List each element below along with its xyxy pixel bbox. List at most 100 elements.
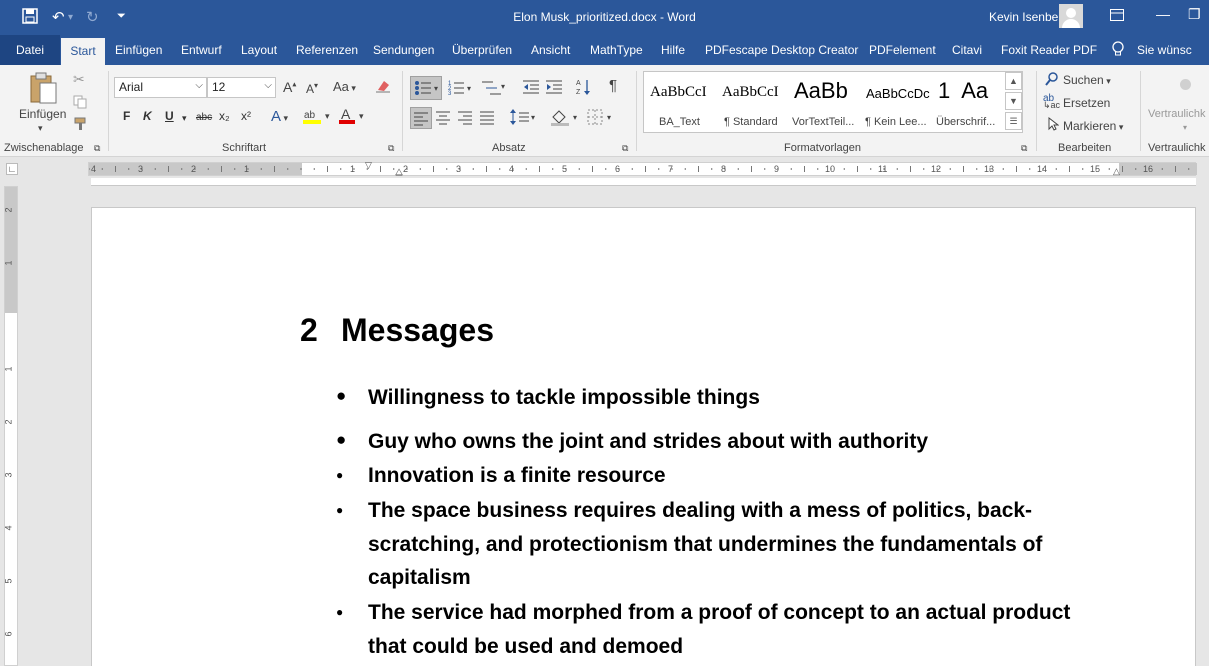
copy-icon[interactable] (73, 95, 87, 112)
style-preview-standard[interactable]: AaBbCcI (722, 84, 779, 101)
style-name-kein-leerraum[interactable]: ¶ Kein Lee... (865, 116, 927, 128)
tab-mathtype[interactable]: MathType (590, 43, 643, 57)
show-formatting-marks-icon[interactable]: ¶ (609, 77, 617, 94)
user-name[interactable]: Kevin Isenberg (989, 10, 1069, 24)
underline-button[interactable]: U (165, 109, 174, 123)
user-avatar[interactable] (1059, 4, 1083, 28)
style-name-vortextteil[interactable]: VorTextTeil... (792, 116, 854, 128)
replace-button[interactable]: Ersetzen (1063, 96, 1110, 110)
paste-button-label[interactable]: Einfügen (19, 107, 66, 121)
borders-icon[interactable]: ▾ (587, 108, 615, 129)
paragraph-launcher-icon[interactable]: ⧉ (622, 143, 628, 154)
sort-icon[interactable]: AZ (576, 78, 592, 99)
style-name-ba-text[interactable]: BA_Text (659, 116, 700, 128)
bullets-button[interactable]: ▾ (410, 76, 442, 100)
clipboard-launcher-icon[interactable]: ⧉ (94, 143, 100, 154)
tell-me-search[interactable]: Sie wünsc (1137, 43, 1192, 57)
clear-formatting-icon[interactable] (375, 79, 391, 96)
text-effects-icon[interactable]: A ▾ (271, 108, 288, 125)
align-left-button[interactable] (410, 107, 432, 129)
ribbon-display-options-icon[interactable] (1110, 8, 1124, 24)
font-launcher-icon[interactable]: ⧉ (388, 143, 394, 154)
styles-more-icon[interactable]: ☰ (1005, 112, 1022, 130)
sensitivity-icon[interactable] (1180, 79, 1191, 90)
justify-icon[interactable] (478, 108, 496, 129)
search-icon[interactable] (1045, 72, 1059, 89)
horizontal-ruler[interactable]: ∟ 4 3 2 1 1 2 3 4 5 6 7 8 9 10 11 12 13 … (0, 158, 1209, 180)
highlight-color-icon[interactable]: ab (302, 107, 322, 128)
sensitivity-dropdown-icon[interactable]: ▾ (1183, 123, 1187, 132)
superscript-button[interactable]: x² (241, 109, 251, 123)
replace-icon[interactable]: ab ↳ac (1043, 93, 1060, 115)
format-painter-icon[interactable] (73, 117, 89, 134)
multilevel-list-icon[interactable]: ▾ (481, 79, 507, 100)
style-preview-kein-leerraum[interactable]: AaBbCcDc (866, 86, 930, 101)
list-item[interactable]: Innovation is a finite resource (368, 464, 666, 488)
paste-dropdown-icon[interactable]: ▾ (38, 123, 43, 134)
list-item[interactable]: Guy who owns the joint and strides about… (368, 430, 928, 454)
tab-citavi[interactable]: Citavi (952, 43, 982, 57)
line-spacing-icon[interactable]: ▾ (509, 108, 537, 129)
list-item[interactable]: The service had morphed from a proof of … (368, 601, 1070, 625)
tab-referenzen[interactable]: Referenzen (296, 43, 358, 57)
font-color-icon[interactable]: A (338, 106, 356, 128)
first-line-indent-marker[interactable]: ▽ (365, 160, 372, 171)
tab-pdfelement[interactable]: PDFelement (869, 43, 936, 57)
shrink-font-icon[interactable]: A▾ (306, 81, 318, 96)
change-case-button[interactable]: Aa ▾ (333, 79, 356, 94)
align-right-icon[interactable] (456, 108, 474, 129)
shading-icon[interactable]: ▾ (550, 108, 580, 129)
tab-ansicht[interactable]: Ansicht (531, 43, 570, 57)
list-item[interactable]: Willingness to tackle impossible things (368, 386, 760, 410)
tab-einfuegen[interactable]: Einfügen (115, 43, 162, 57)
decrease-indent-icon[interactable] (522, 79, 540, 98)
increase-indent-icon[interactable] (545, 79, 563, 98)
tab-hilfe[interactable]: Hilfe (661, 43, 685, 57)
tab-datei[interactable]: Datei (0, 35, 60, 65)
find-button[interactable]: Suchen ▾ (1063, 73, 1111, 87)
styles-scroll-down-icon[interactable]: ▼ (1005, 92, 1022, 110)
select-button[interactable]: Markieren ▾ (1063, 119, 1123, 133)
hanging-indent-marker[interactable]: ⧋ (395, 167, 403, 178)
tab-start[interactable]: Start (61, 38, 105, 65)
list-item-continuation[interactable]: capitalism (368, 566, 471, 590)
style-preview-ueberschrift[interactable]: 1 Aa (938, 78, 988, 104)
underline-dropdown-icon[interactable]: ▾ (182, 113, 187, 124)
italic-button[interactable]: K (143, 109, 152, 123)
numbering-icon[interactable]: 1 2 3 ▾ (448, 79, 474, 100)
styles-launcher-icon[interactable]: ⧉ (1021, 143, 1027, 154)
vertical-ruler[interactable]: 2 1 1 2 3 4 5 6 (4, 186, 18, 666)
heading-2[interactable]: 2 Messages (300, 312, 494, 349)
select-cursor-icon[interactable] (1047, 116, 1060, 134)
styles-scroll-up-icon[interactable]: ▲ (1005, 72, 1022, 90)
strikethrough-button[interactable]: abc (196, 112, 212, 123)
align-center-icon[interactable] (434, 108, 452, 129)
style-preview-vortextteil[interactable]: AaBb (794, 78, 848, 104)
highlight-dropdown-icon[interactable]: ▾ (325, 111, 330, 122)
style-name-ueberschrift[interactable]: Überschrif... (936, 116, 995, 128)
tab-foxit[interactable]: Foxit Reader PDF (1001, 43, 1097, 57)
tab-ueberpruefen[interactable]: Überprüfen (452, 43, 512, 57)
sensitivity-button[interactable]: Vertraulichk (1148, 108, 1205, 120)
grow-font-icon[interactable]: A▴ (283, 79, 296, 95)
tab-selector-icon[interactable]: ∟ (6, 163, 18, 175)
list-item[interactable]: The space business requires dealing with… (368, 499, 1032, 523)
minimize-icon[interactable]: — (1156, 6, 1170, 22)
style-preview-ba-text[interactable]: AaBbCcI (650, 84, 707, 101)
style-name-standard[interactable]: ¶ Standard (724, 116, 778, 128)
tab-sendungen[interactable]: Sendungen (373, 43, 434, 57)
tab-entwurf[interactable]: Entwurf (181, 43, 222, 57)
list-item-continuation[interactable]: that could be used and demoed (368, 635, 683, 659)
lightbulb-icon[interactable] (1112, 41, 1124, 60)
font-name-box[interactable]: Arial ⌵ (114, 77, 207, 98)
bold-button[interactable]: F (123, 109, 130, 123)
right-indent-marker[interactable]: △ (1113, 166, 1120, 177)
restore-icon[interactable]: ❐ (1188, 6, 1201, 23)
cut-icon[interactable]: ✂ (73, 71, 85, 88)
font-size-box[interactable]: 12 ⌵ (207, 77, 276, 98)
font-color-dropdown-icon[interactable]: ▾ (359, 111, 364, 122)
subscript-button[interactable]: x₂ (219, 109, 230, 123)
tab-layout[interactable]: Layout (241, 43, 277, 57)
tab-pdfescape[interactable]: PDFescape Desktop Creator (705, 43, 858, 57)
list-item-continuation[interactable]: scratching, and protectionism that under… (368, 533, 1042, 557)
